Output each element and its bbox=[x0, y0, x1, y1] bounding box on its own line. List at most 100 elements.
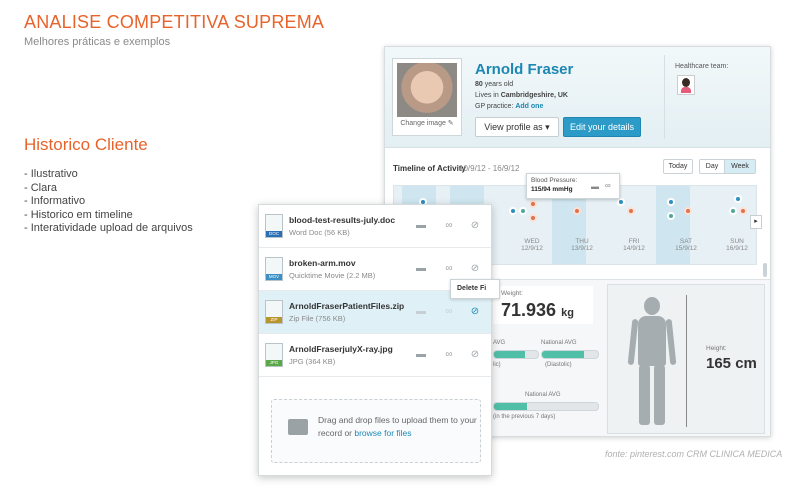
comment-icon[interactable]: ▬ bbox=[415, 263, 427, 274]
timeline-event-dot[interactable] bbox=[531, 216, 535, 220]
link-icon[interactable]: ∞ bbox=[443, 306, 455, 317]
day-date: 16/9/12 bbox=[726, 245, 748, 252]
link-icon[interactable]: ∞ bbox=[443, 263, 455, 274]
day-view-button[interactable]: Day bbox=[699, 159, 725, 174]
link-icon[interactable]: ∞ bbox=[443, 349, 455, 360]
change-image-link[interactable]: Change image ✎ bbox=[393, 119, 461, 127]
day-label: SAT 15/9/12 bbox=[666, 238, 706, 252]
comment-icon[interactable]: ▬ bbox=[415, 349, 427, 360]
weight-number: 71.936 bbox=[501, 300, 557, 320]
link-icon[interactable]: ∞ bbox=[443, 220, 455, 231]
view-profile-as-button[interactable]: View profile as ▾ bbox=[475, 117, 559, 137]
timeline-event-dot[interactable] bbox=[686, 209, 690, 213]
tooltip-value: 115/94 mmHg bbox=[531, 186, 573, 193]
timeline-event-dot[interactable] bbox=[619, 200, 623, 204]
add-gp-link[interactable]: Add one bbox=[515, 103, 543, 110]
day-date: 14/9/12 bbox=[623, 245, 645, 252]
day-date: 15/9/12 bbox=[675, 245, 697, 252]
browse-files-link[interactable]: browse for files bbox=[354, 428, 411, 438]
day-name: SAT bbox=[679, 238, 693, 245]
activity-bar bbox=[493, 402, 599, 411]
file-type-tag: DOC bbox=[266, 231, 282, 237]
day-date: 13/9/12 bbox=[571, 245, 593, 252]
age-suffix: years old bbox=[482, 81, 514, 88]
timeline-event-dot[interactable] bbox=[531, 202, 535, 206]
file-meta: Quicktime Movie (2.2 MB) bbox=[289, 271, 376, 280]
delete-icon[interactable]: ⊘ bbox=[469, 263, 481, 274]
age-value: 80 bbox=[475, 81, 483, 88]
folder-upload-icon bbox=[288, 419, 308, 435]
timeline-day-column[interactable] bbox=[656, 186, 690, 264]
comment-icon[interactable]: ▬ bbox=[591, 182, 599, 191]
height-panel: Height: 165 cm bbox=[607, 284, 765, 434]
height-label: Height: bbox=[706, 345, 727, 352]
tooltip-title: Blood Pressure: bbox=[531, 177, 578, 184]
file-meta: Zip File (756 KB) bbox=[289, 314, 346, 323]
delete-icon[interactable]: ⊘ bbox=[469, 306, 481, 317]
timeline-title: Timeline of Activity bbox=[393, 164, 466, 173]
file-name[interactable]: blood-test-results-july.doc bbox=[289, 215, 395, 225]
timeline-event-dot[interactable] bbox=[575, 209, 579, 213]
link-icon[interactable]: ∞ bbox=[605, 181, 611, 190]
timeline-event-dot[interactable] bbox=[669, 200, 673, 204]
location-prefix: Lives in bbox=[475, 92, 501, 99]
bullet-item: - Ilustrativo bbox=[24, 168, 78, 180]
timeline-event-dot[interactable] bbox=[741, 209, 745, 213]
section-title: Historico Cliente bbox=[24, 135, 148, 154]
delete-icon[interactable]: ⊘ bbox=[469, 349, 481, 360]
profile-header: Change image ✎ Arnold Fraser 80 years ol… bbox=[385, 47, 770, 148]
timeline-event-dot[interactable] bbox=[731, 209, 735, 213]
file-row[interactable]: JPG ArnoldFraserjulyX-ray.jpg JPG (364 K… bbox=[259, 334, 491, 377]
avatar bbox=[397, 63, 457, 117]
file-name[interactable]: broken-arm.mov bbox=[289, 258, 356, 268]
slide-subtitle: Melhores práticas e exemplos bbox=[24, 36, 171, 48]
avg-fragment-label: AVG bbox=[493, 340, 506, 346]
bullet-item: - Clara bbox=[24, 181, 58, 194]
delete-icon[interactable]: ⊘ bbox=[469, 220, 481, 231]
team-member-avatar[interactable] bbox=[677, 75, 695, 95]
today-button[interactable]: Today bbox=[663, 159, 693, 174]
week-view-button[interactable]: Week bbox=[724, 159, 756, 174]
diastolic-label: (Diastolic) bbox=[545, 362, 572, 368]
patient-name: Arnold Fraser bbox=[475, 61, 574, 78]
comment-icon[interactable]: ▬ bbox=[415, 220, 427, 231]
drop-zone-text: Drag and drop files to upload them to yo… bbox=[318, 414, 478, 440]
header-divider bbox=[664, 55, 665, 139]
bullet-list: - Ilustrativo - Clara - Informativo - Hi… bbox=[24, 168, 193, 236]
timeline-next-arrow[interactable]: ▸ bbox=[750, 215, 762, 229]
body-silhouette-icon bbox=[654, 365, 665, 425]
file-row[interactable]: DOC blood-test-results-july.doc Word Doc… bbox=[259, 205, 491, 248]
timeline-event-dot[interactable] bbox=[511, 209, 515, 213]
patient-location: Lives in Cambridgeshire, UK bbox=[475, 92, 568, 99]
day-name: THU bbox=[575, 238, 589, 245]
gp-practice: GP practice: Add one bbox=[475, 103, 543, 110]
file-drop-zone[interactable]: Drag and drop files to upload them to yo… bbox=[271, 399, 481, 463]
zip-file-icon: ZIP bbox=[265, 300, 283, 324]
national-avg-label-2: National AVG bbox=[525, 392, 561, 398]
files-panel: DOC blood-test-results-july.doc Word Doc… bbox=[258, 204, 492, 476]
weight-unit: kg bbox=[561, 307, 574, 319]
height-ruler bbox=[686, 295, 687, 427]
height-value: 165 cm bbox=[706, 355, 757, 372]
edit-details-button[interactable]: Edit your details bbox=[563, 117, 641, 137]
day-name: SUN bbox=[730, 238, 744, 245]
body-silhouette-icon bbox=[627, 318, 639, 366]
doc-file-icon: DOC bbox=[265, 214, 283, 238]
panel-resize-handle[interactable] bbox=[763, 263, 767, 277]
profile-photo-frame[interactable]: Change image ✎ bbox=[392, 58, 462, 136]
delete-file-tooltip: Delete Fi bbox=[450, 279, 500, 299]
timeline-event-dot[interactable] bbox=[521, 209, 525, 213]
file-name[interactable]: ArnoldFraserjulyX-ray.jpg bbox=[289, 344, 393, 354]
timeline-event-dot[interactable] bbox=[669, 214, 673, 218]
day-label: THU 13/9/12 bbox=[562, 238, 602, 252]
patient-age: 80 years old bbox=[475, 81, 513, 88]
file-name[interactable]: ArnoldFraserPatientFiles.zip bbox=[289, 301, 404, 311]
day-date: 12/9/12 bbox=[521, 245, 543, 252]
movie-file-icon: MOV bbox=[265, 257, 283, 281]
comment-icon[interactable]: ▬ bbox=[415, 306, 427, 317]
location-value: Cambridgeshire, UK bbox=[500, 92, 568, 99]
diastolic-bar-fill bbox=[542, 351, 584, 358]
timeline-event-dot[interactable] bbox=[736, 197, 740, 201]
file-type-tag: MOV bbox=[266, 274, 282, 280]
timeline-event-dot[interactable] bbox=[629, 209, 633, 213]
